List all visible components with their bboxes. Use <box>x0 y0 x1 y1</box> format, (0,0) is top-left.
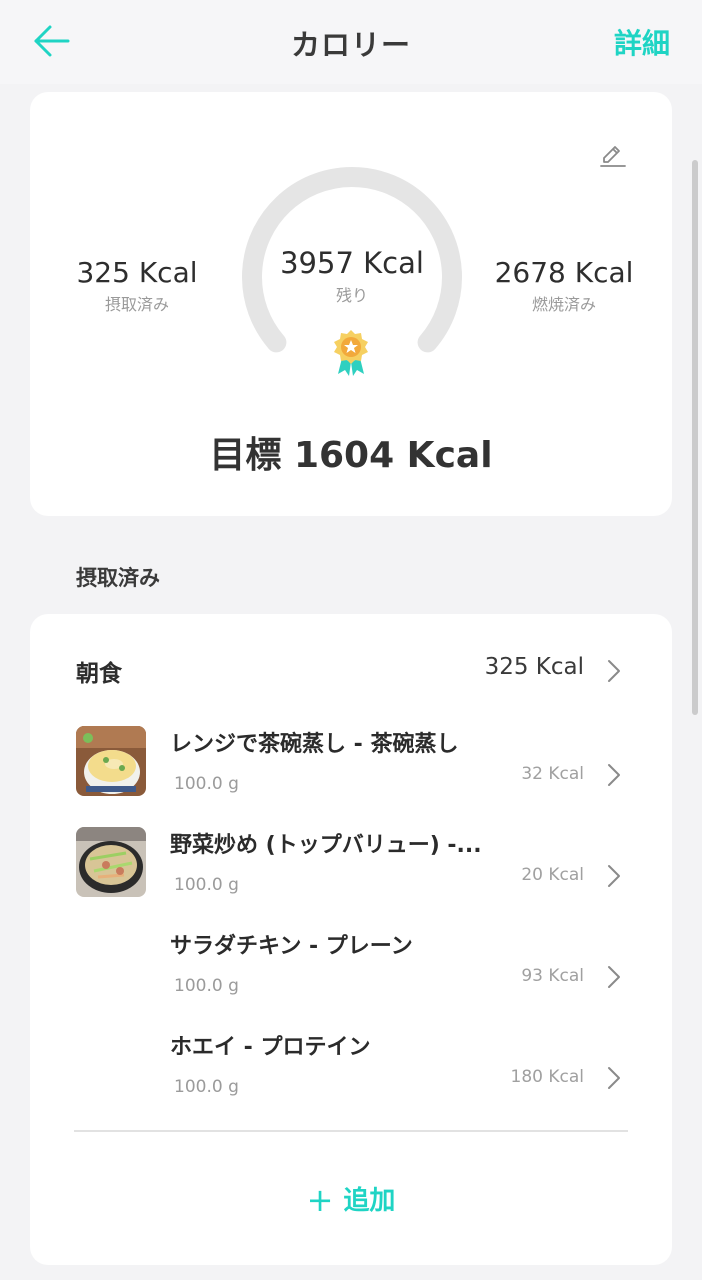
meal-kcal: 325 Kcal <box>484 654 584 680</box>
meal-header-breakfast[interactable]: 朝食 325 Kcal <box>76 652 626 692</box>
chevron-right-icon <box>608 764 620 786</box>
chevron-right-icon <box>608 865 620 887</box>
food-name: サラダチキン - プレーン <box>170 934 413 959</box>
scrollbar[interactable] <box>692 160 698 715</box>
food-kcal: 180 Kcal <box>510 1067 585 1087</box>
food-item[interactable]: レンジで茶碗蒸し - 茶碗蒸し 100.0 g 32 Kcal <box>76 714 626 810</box>
meal-card: 朝食 325 Kcal レンジで茶碗蒸し - 茶碗蒸し 100.0 g 32 K… <box>30 614 672 1265</box>
detail-button[interactable]: 詳細 <box>614 22 670 62</box>
remaining-label: 残り <box>335 286 368 305</box>
goal-text: 目標 1604 Kcal <box>209 435 493 476</box>
food-item[interactable]: サラダチキン - プレーン 100.0 g 93 Kcal <box>76 916 626 1012</box>
food-thumbnail <box>76 827 146 897</box>
food-thumbnail <box>76 726 146 796</box>
chevron-right-icon <box>608 966 620 988</box>
food-name: 野菜炒め (トップバリュー) -... <box>170 833 482 858</box>
divider <box>74 1130 628 1132</box>
food-kcal: 93 Kcal <box>521 966 584 986</box>
burned-label: 燃焼済み <box>531 295 596 314</box>
chevron-right-icon <box>608 1067 620 1089</box>
food-name: ホエイ - プロテイン <box>170 1035 371 1060</box>
food-weight: 100.0 g <box>174 875 239 895</box>
section-title: 摂取済み <box>76 566 160 590</box>
page-title: カロリー <box>290 28 411 62</box>
food-kcal: 32 Kcal <box>521 764 584 784</box>
intake-label: 摂取済み <box>104 295 169 314</box>
food-weight: 100.0 g <box>174 774 239 794</box>
intake-stat: 325 Kcal 摂取済み <box>66 256 208 315</box>
plus-icon: + <box>306 1181 334 1219</box>
calorie-summary-card: 325 Kcal 摂取済み 3957 Kcal 残り 2678 Kcal 燃焼済… <box>30 92 672 516</box>
burned-stat: 2678 Kcal 燃焼済み <box>486 256 642 315</box>
edit-goal-button[interactable] <box>598 138 628 168</box>
food-item[interactable]: ホエイ - プロテイン 100.0 g 180 Kcal <box>76 1017 626 1113</box>
remaining-stat: 3957 Kcal 残り <box>262 246 442 306</box>
app-header: カロリー 詳細 <box>0 0 702 84</box>
food-item[interactable]: 野菜炒め (トップバリュー) -... 100.0 g 20 Kcal <box>76 815 626 911</box>
add-label: 追加 <box>343 1186 396 1216</box>
medal-badge-icon <box>334 330 368 376</box>
intake-value: 325 Kcal <box>76 256 198 289</box>
food-weight: 100.0 g <box>174 1077 239 1097</box>
pencil-icon <box>600 146 626 167</box>
burned-value: 2678 Kcal <box>494 256 634 289</box>
add-food-button[interactable]: + 追加 <box>30 1180 672 1219</box>
remaining-value: 3957 Kcal <box>280 246 424 280</box>
food-kcal: 20 Kcal <box>521 865 584 885</box>
food-weight: 100.0 g <box>174 976 239 996</box>
meal-name: 朝食 <box>76 661 122 687</box>
chevron-right-icon <box>608 660 620 682</box>
food-name: レンジで茶碗蒸し - 茶碗蒸し <box>170 732 459 757</box>
